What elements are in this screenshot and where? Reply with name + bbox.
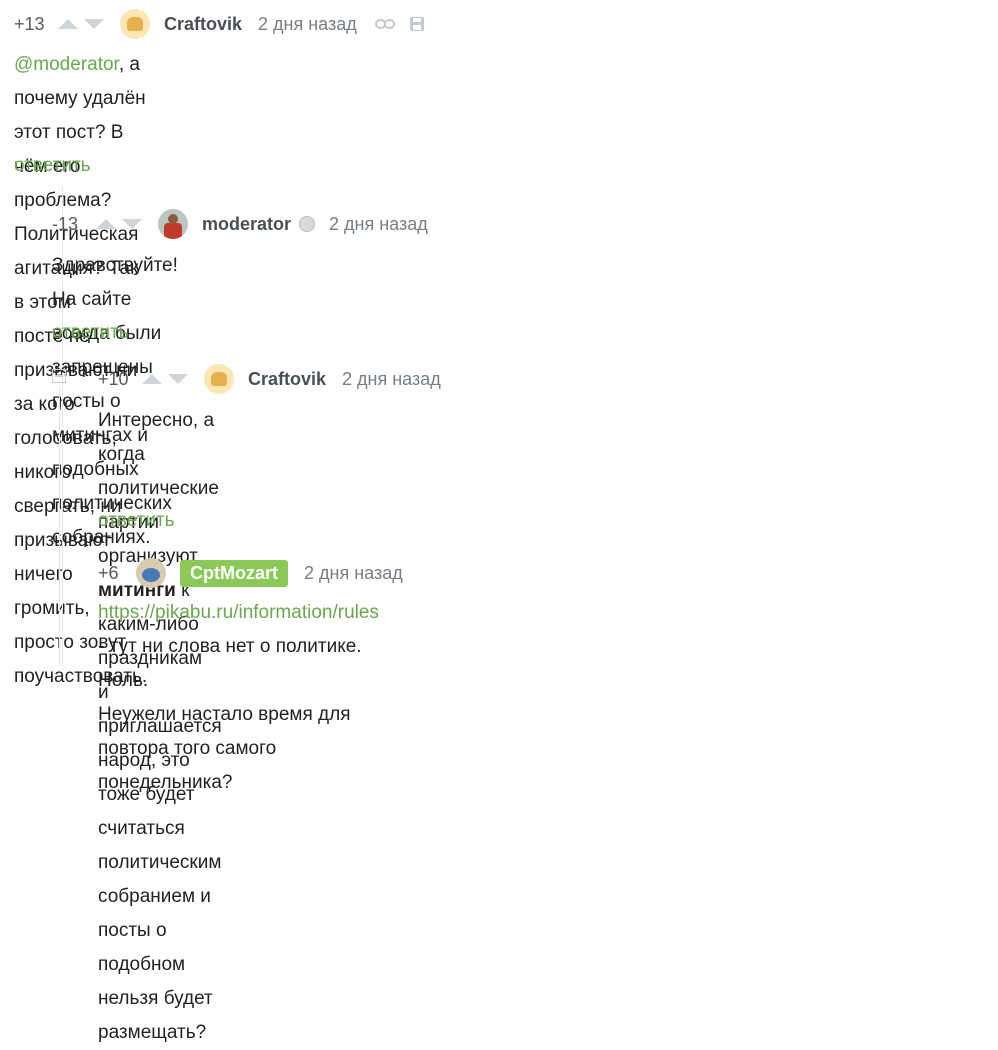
- avatar[interactable]: [120, 9, 150, 39]
- comment-rating: +13: [14, 13, 45, 34]
- author-name[interactable]: Craftovik: [248, 369, 326, 390]
- save-icon[interactable]: [409, 16, 425, 32]
- rules-link[interactable]: https://pikabu.ru/information/rules: [98, 602, 379, 623]
- comment-text: https://pikabu.ru/information/rules - ту…: [98, 602, 379, 793]
- author-name[interactable]: CptMozart: [180, 559, 288, 587]
- downvote-icon[interactable]: [122, 219, 142, 229]
- downvote-icon[interactable]: [168, 374, 188, 384]
- comment-header: -13 moderator 2 дня назад: [52, 209, 446, 239]
- comment-header: +6 CptMozart 2 дня назад: [98, 558, 421, 588]
- downvote-icon[interactable]: [84, 19, 104, 29]
- reply-link[interactable]: ответить: [98, 509, 175, 533]
- collapse-toggle-icon[interactable]: [52, 369, 66, 383]
- thread-line[interactable]: [59, 386, 60, 666]
- comment-time[interactable]: 2 дня назад: [304, 563, 403, 584]
- upvote-icon[interactable]: [58, 19, 78, 29]
- avatar[interactable]: [204, 364, 234, 394]
- comment-rating: +6: [98, 562, 119, 583]
- reply-link[interactable]: ответить: [14, 154, 91, 178]
- comment-time[interactable]: 2 дня назад: [329, 214, 428, 235]
- mention-link[interactable]: @moderator: [14, 54, 119, 75]
- moderator-badge-icon: [299, 216, 316, 232]
- author-name[interactable]: moderator: [202, 214, 291, 235]
- avatar[interactable]: [158, 209, 188, 239]
- author-name[interactable]: Craftovik: [164, 14, 242, 35]
- upvote-icon[interactable]: [142, 374, 162, 384]
- comment-header: +13 Craftovik 2 дня назад: [14, 9, 439, 39]
- avatar[interactable]: [136, 558, 166, 588]
- comment-rating: -13: [52, 213, 79, 234]
- comment-rating: +10: [98, 368, 129, 389]
- upvote-icon[interactable]: [96, 219, 116, 229]
- link-icon[interactable]: [374, 18, 395, 30]
- comment-time[interactable]: 2 дня назад: [258, 14, 357, 35]
- comment-time[interactable]: 2 дня назад: [342, 369, 441, 390]
- reply-link[interactable]: ответить: [52, 321, 129, 345]
- comment-header: +10 Craftovik 2 дня назад: [98, 364, 459, 394]
